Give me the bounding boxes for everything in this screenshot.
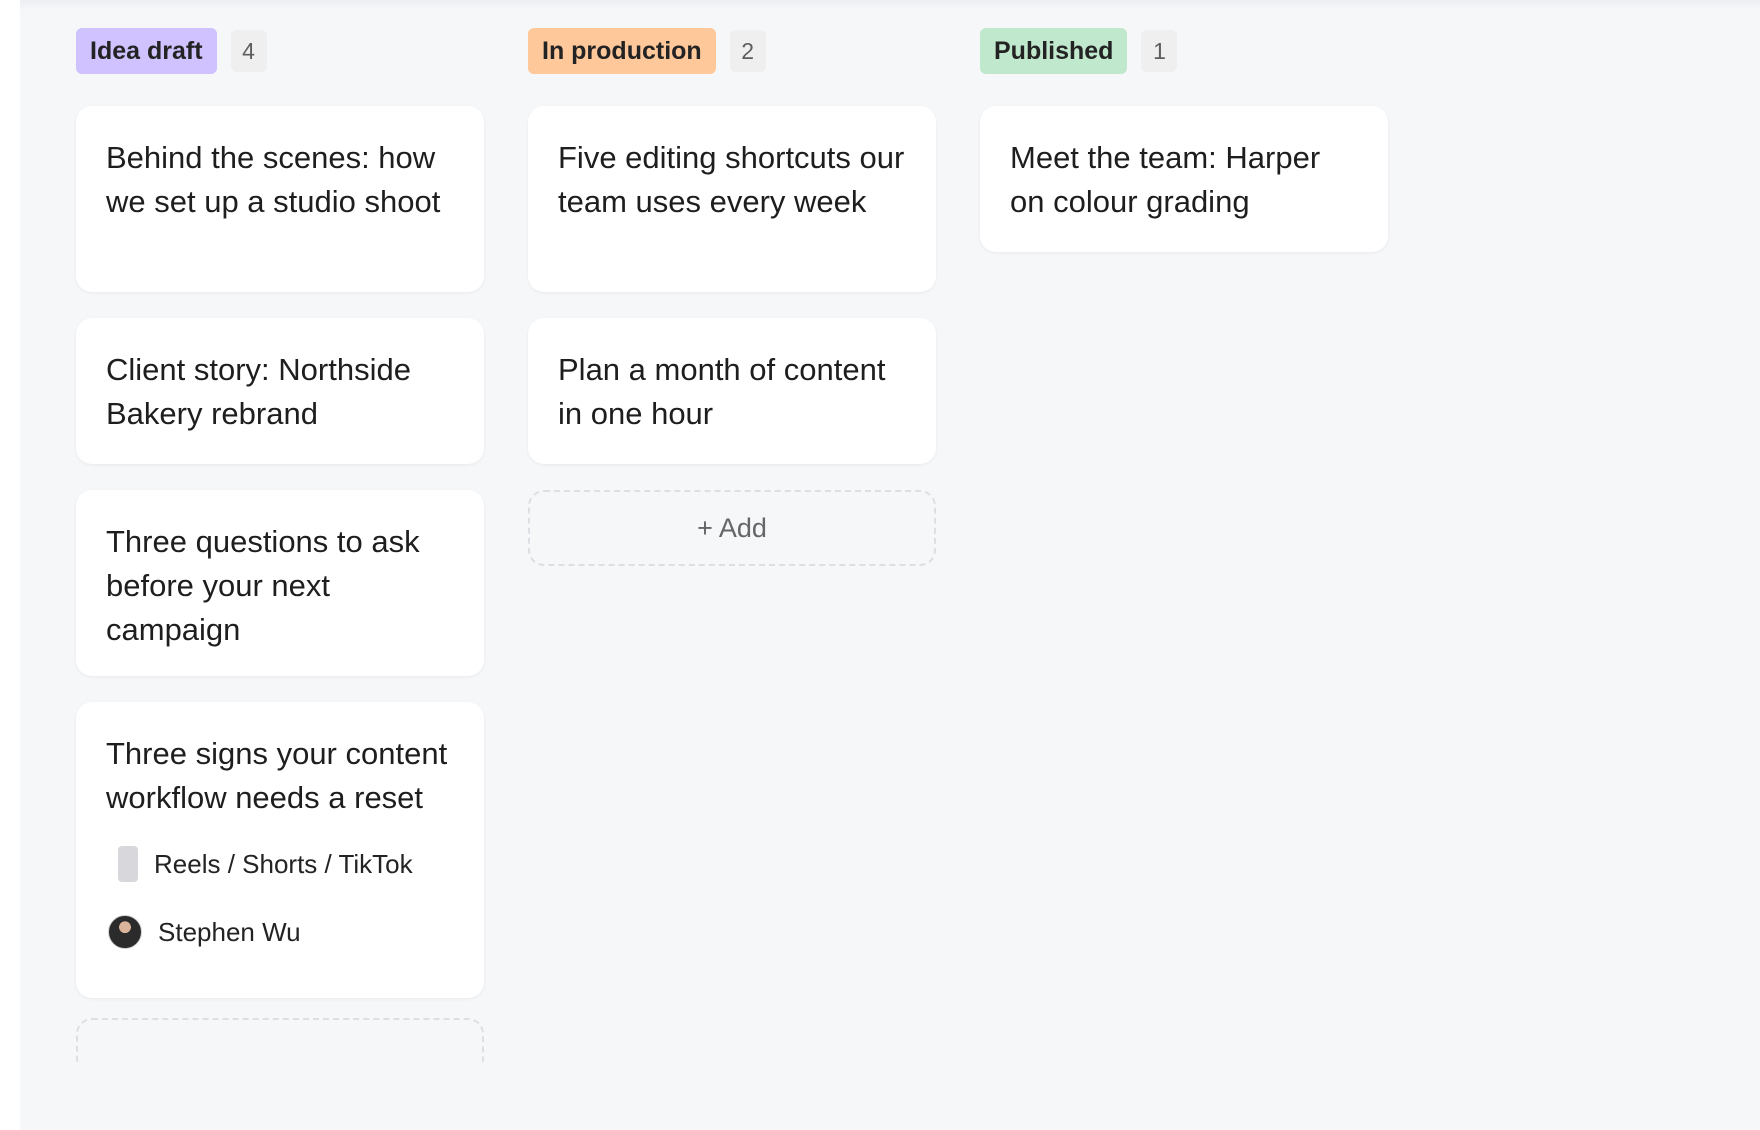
card-production-1[interactable]: Five editing shortcuts our team uses eve… [528,106,936,292]
avatar [108,915,142,949]
status-pill-in-production[interactable]: In production [528,28,716,74]
card-title: Plan a month of content in one hour [558,352,886,431]
status-pill-idea-draft[interactable]: Idea draft [76,28,217,74]
card-idea-4[interactable]: Three signs your content workflow needs … [76,702,484,998]
left-rail [0,0,20,1130]
card-published-1[interactable]: Meet the team: Harper on colour grading [980,106,1388,252]
card-idea-2[interactable]: Client story: Northside Bakery rebrand [76,318,484,464]
card-title: Client story: Northside Bakery rebrand [106,352,411,431]
column-published: Published 1 Meet the team: Harper on col… [980,28,1388,1062]
column-header-in-production: In production 2 [528,28,936,74]
add-card-button[interactable]: + Add [528,490,936,566]
card-title: Meet the team: Harper on colour grading [1010,140,1321,219]
column-idea-draft: Idea draft 4 Behind the scenes: how we s… [76,28,484,1062]
card-list-idea-draft: Behind the scenes: how we set up a studi… [76,106,484,998]
column-header-idea-draft: Idea draft 4 [76,28,484,74]
card-list-published: Meet the team: Harper on colour grading [980,106,1388,252]
card-title: Five editing shortcuts our team uses eve… [558,140,905,219]
status-pill-published[interactable]: Published [980,28,1128,74]
assignee-row: Stephen Wu [106,912,454,952]
card-title: Behind the scenes: how we set up a studi… [106,140,441,219]
card-idea-3[interactable]: Three questions to ask before your next … [76,490,484,676]
assignee-name: Stephen Wu [158,916,301,947]
format-label: Reels / Shorts / TikTok [154,848,413,879]
count-badge-idea-draft: 4 [230,30,267,72]
card-list-in-production: Five editing shortcuts our team uses eve… [528,106,936,566]
count-badge-in-production: 2 [729,30,766,72]
format-row: Reels / Shorts / TikTok [106,844,454,884]
count-badge-published: 1 [1141,30,1178,72]
column-header-published: Published 1 [980,28,1388,74]
card-title: Three questions to ask before your next … [106,524,420,647]
card-production-2[interactable]: Plan a month of content in one hour [528,318,936,464]
add-card-button-partial[interactable] [76,1018,484,1062]
card-meta: Reels / Shorts / TikTok Stephen Wu [106,844,454,952]
kanban-board: Idea draft 4 Behind the scenes: how we s… [76,28,1388,1062]
column-in-production: In production 2 Five editing shortcuts o… [528,28,936,1062]
card-title: Three signs your content workflow needs … [106,736,448,815]
card-idea-1[interactable]: Behind the scenes: how we set up a studi… [76,106,484,292]
phone-format-icon [118,846,138,882]
top-shadow [20,0,1760,10]
